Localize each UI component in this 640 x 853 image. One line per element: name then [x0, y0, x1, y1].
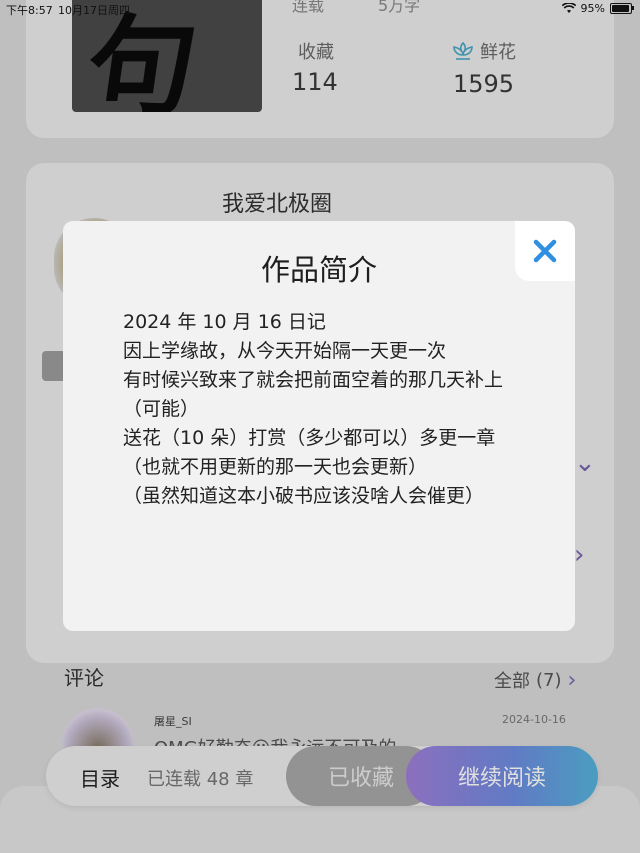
dialog-title: 作品简介 [260, 253, 377, 287]
status-bar: 下午8:57 10月17日周四 95% [0, 0, 640, 18]
wifi-icon [561, 3, 576, 13]
status-time: 下午8:57 [6, 4, 53, 17]
synopsis-dialog: 作品简介 2024 年 10 月 16 日记 因上学缘故，从今天开始隔一天更一次… [63, 221, 575, 631]
synopsis-line: 有时候兴致来了就会把前面空着的那几天补上 [123, 369, 504, 391]
status-date: 10月17日周四 [58, 4, 130, 17]
synopsis-line: 2024 年 10 月 16 日记 [123, 311, 326, 333]
close-button[interactable] [515, 221, 575, 281]
close-icon [533, 239, 557, 263]
battery-fill [612, 5, 630, 12]
synopsis-line: （虽然知道这本小破书应该没啥人会催更） [123, 485, 485, 507]
battery-percent: 95% [580, 2, 605, 15]
battery-icon [610, 3, 634, 14]
synopsis-line: 因上学缘故，从今天开始隔一天更一次 [123, 340, 447, 362]
synopsis-line: 送花（10 朵）打赏（多少都可以）多更一章（也就不用更新的那一天也会更新） [123, 427, 496, 478]
synopsis-line: （可能） [123, 398, 200, 420]
synopsis-text: 2024 年 10 月 16 日记 因上学缘故，从今天开始隔一天更一次 有时候兴… [123, 308, 513, 511]
status-right: 95% [561, 2, 634, 15]
